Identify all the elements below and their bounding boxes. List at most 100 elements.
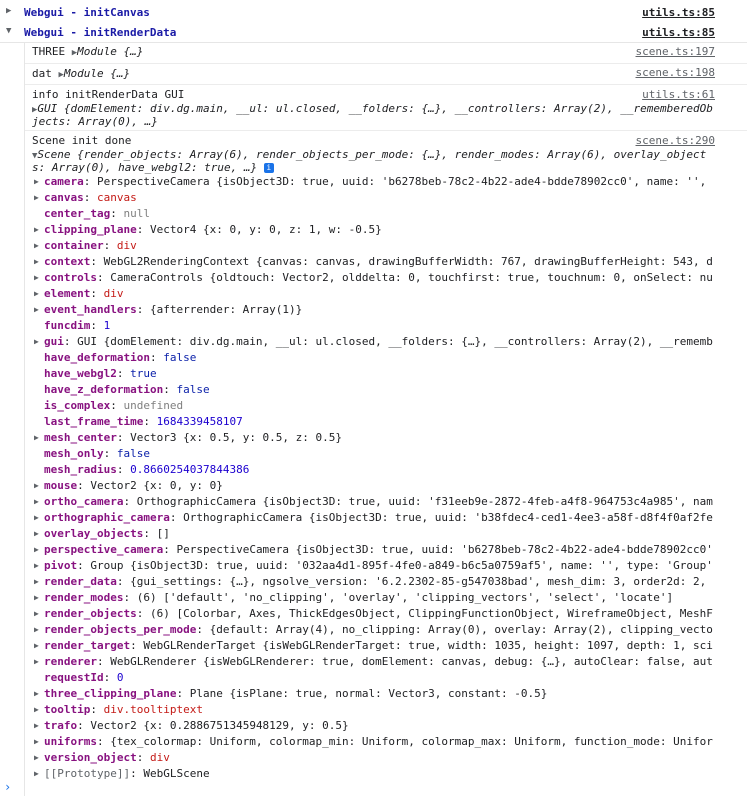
property-row[interactable]: ▶ mesh_center: Vector3 {x: 0.5, y: 0.5, z…	[34, 430, 342, 446]
property-value: OrthographicCamera {isObject3D: true, uu…	[183, 511, 713, 524]
property-row[interactable]: ▶ controls: CameraControls {oldtouch: Vec…	[34, 270, 713, 286]
property-row[interactable]: ▶ trafo: Vector2 {x: 0.2886751345948129, …	[34, 718, 349, 734]
property-separator: :	[90, 255, 104, 268]
group-label: Webgui - initCanvas	[24, 6, 150, 19]
property-separator: :	[96, 655, 111, 668]
expand-triangle-icon[interactable]: ▶	[34, 254, 39, 270]
property-row[interactable]: ▶ render_objects_per_mode: {default: Arra…	[34, 622, 713, 638]
expand-triangle-icon[interactable]: ▶	[34, 734, 39, 750]
source-link[interactable]: scene.ts:290	[636, 134, 715, 147]
property-key: render_objects	[44, 607, 137, 620]
expand-triangle-icon[interactable]: ▶	[34, 510, 39, 526]
property-row[interactable]: ▶ perspective_camera: PerspectiveCamera {…	[34, 542, 713, 558]
object-preview[interactable]: Module {…}	[64, 67, 130, 80]
property-separator: :	[176, 687, 190, 700]
expand-triangle-icon[interactable]: ▶	[34, 686, 39, 702]
object-preview[interactable]: GUI {domElement: div.dg.main, __ul: ul.c…	[37, 102, 713, 115]
property-key: element	[44, 287, 91, 300]
expand-triangle-icon[interactable]: ▶	[34, 494, 39, 510]
expand-triangle-icon[interactable]: ▶	[34, 542, 39, 558]
expand-triangle-icon[interactable]: ▶	[34, 286, 39, 302]
object-preview[interactable]: Scene {render_objects: Array(6), render_…	[37, 148, 706, 161]
property-key: mesh_only	[44, 447, 104, 460]
expand-triangle-icon[interactable]: ▶	[34, 574, 39, 590]
property-row[interactable]: ▶ event_handlers: {afterrender: Array(1)}	[34, 302, 303, 318]
source-link[interactable]: utils.ts:61	[642, 88, 715, 101]
property-row[interactable]: ▶ uniforms: {tex_colormap: Uniform, color…	[34, 734, 713, 750]
property-row[interactable]: ▶ tooltip: div.tooltiptext	[34, 702, 203, 718]
property-row: is_complex: undefined	[44, 398, 183, 414]
expand-triangle-icon[interactable]: ▶	[34, 638, 39, 654]
expand-triangle-icon[interactable]: ▶	[34, 334, 39, 350]
property-value: 1684339458107	[156, 415, 243, 428]
property-row[interactable]: ▶ ortho_camera: OrthographicCamera {isObj…	[34, 494, 713, 510]
property-row[interactable]: ▶ pivot: Group {isObject3D: true, uuid: '…	[34, 558, 713, 574]
property-value: {afterrender: Array(1)}	[149, 303, 303, 316]
property-value: PerspectiveCamera {isObject3D: true, uui…	[97, 175, 707, 188]
expand-triangle-icon[interactable]: ▶	[34, 222, 39, 238]
property-row[interactable]: ▶ renderer: WebGLRenderer {isWebGLRendere…	[34, 654, 713, 670]
property-value: div	[149, 751, 170, 764]
expand-triangle-icon[interactable]: ▶	[34, 430, 39, 446]
expand-triangle-icon[interactable]: ▶	[34, 174, 39, 190]
property-value: false	[163, 351, 197, 364]
property-row[interactable]: ▶ render_target: WebGLRenderTarget {isWeb…	[34, 638, 713, 654]
property-row[interactable]: ▶ render_modes: (6) ['default', 'no_clipp…	[34, 590, 674, 606]
console-group-initrenderdata[interactable]: ▼ Webgui - initRenderData utils.ts:85	[0, 22, 747, 43]
property-row[interactable]: ▶ camera: PerspectiveCamera {isObject3D: …	[34, 174, 707, 190]
expand-triangle-icon[interactable]: ▶	[6, 6, 11, 16]
object-preview[interactable]: Module {…}	[77, 45, 143, 58]
expand-triangle-icon[interactable]: ▶	[34, 302, 39, 318]
property-row[interactable]: ▶ mouse: Vector2 {x: 0, y: 0}	[34, 478, 223, 494]
property-separator: :	[90, 287, 104, 300]
expand-triangle-icon[interactable]: ▶	[34, 654, 39, 670]
expand-triangle-icon[interactable]: ▶	[34, 718, 39, 734]
property-row[interactable]: ▶ three_clipping_plane: Plane {isPlane: t…	[34, 686, 547, 702]
property-row[interactable]: ▶ context: WebGL2RenderingContext {canvas…	[34, 254, 713, 270]
property-row[interactable]: ▶ render_objects: (6) [Colorbar, Axes, Th…	[34, 606, 713, 622]
console-group-initcanvas[interactable]: ▶ Webgui - initCanvas utils.ts:85	[0, 2, 747, 23]
expand-triangle-icon[interactable]: ▶	[34, 558, 39, 574]
collapse-triangle-icon[interactable]: ▼	[6, 26, 11, 36]
property-row[interactable]: ▶ canvas: canvas	[34, 190, 137, 206]
info-icon[interactable]: i	[263, 163, 274, 173]
property-key: perspective_camera	[44, 543, 164, 556]
source-link[interactable]: utils.ts:85	[642, 26, 715, 39]
expand-triangle-icon[interactable]: ▶	[34, 526, 39, 542]
property-row[interactable]: ▶ element: div	[34, 286, 123, 302]
property-row[interactable]: ▶ overlay_objects: []	[34, 526, 170, 542]
property-key: ortho_camera	[44, 495, 124, 508]
property-separator: :	[110, 399, 124, 412]
expand-triangle-icon[interactable]: ▶	[34, 478, 39, 494]
expand-triangle-icon[interactable]: ▶	[34, 590, 39, 606]
expand-triangle-icon[interactable]: ▶	[34, 238, 39, 254]
property-row[interactable]: ▶ render_data: {gui_settings: {…}, ngsolv…	[34, 574, 706, 590]
property-key: three_clipping_plane	[44, 687, 177, 700]
property-key: requestId	[44, 671, 104, 684]
property-row: have_z_deformation: false	[44, 382, 210, 398]
source-link[interactable]: scene.ts:197	[636, 45, 715, 58]
expand-triangle-icon[interactable]: ▶	[34, 190, 39, 206]
property-value: (6) ['default', 'no_clipping', 'overlay'…	[136, 591, 674, 604]
property-row[interactable]: ▶ container: div	[34, 238, 137, 254]
property-value: CameraControls {oldtouch: Vector2, oldde…	[110, 271, 713, 284]
property-row[interactable]: ▶ gui: GUI {domElement: div.dg.main, __ul…	[34, 334, 713, 350]
expand-triangle-icon[interactable]: ▶	[34, 270, 39, 286]
expand-triangle-icon[interactable]: ▶	[34, 702, 39, 718]
source-link[interactable]: utils.ts:85	[642, 6, 715, 19]
property-row[interactable]: ▶ version_object: div	[34, 750, 170, 766]
property-row[interactable]: ▶ clipping_plane: Vector4 {x: 0, y: 0, z:…	[34, 222, 382, 238]
property-separator: :	[196, 623, 210, 636]
console-prompt-icon[interactable]: ›	[4, 780, 11, 794]
expand-triangle-icon[interactable]: ▶	[34, 766, 39, 782]
property-value: false	[116, 447, 150, 460]
property-separator: :	[83, 191, 97, 204]
source-link[interactable]: scene.ts:198	[636, 66, 715, 79]
property-separator: :	[110, 207, 124, 220]
property-row[interactable]: ▶ [[Prototype]]: WebGLScene	[34, 766, 210, 782]
expand-triangle-icon[interactable]: ▶	[34, 606, 39, 622]
property-row[interactable]: ▶ orthographic_camera: OrthographicCamera…	[34, 510, 713, 526]
expand-triangle-icon[interactable]: ▶	[34, 750, 39, 766]
property-key: is_complex	[44, 399, 111, 412]
expand-triangle-icon[interactable]: ▶	[34, 622, 39, 638]
